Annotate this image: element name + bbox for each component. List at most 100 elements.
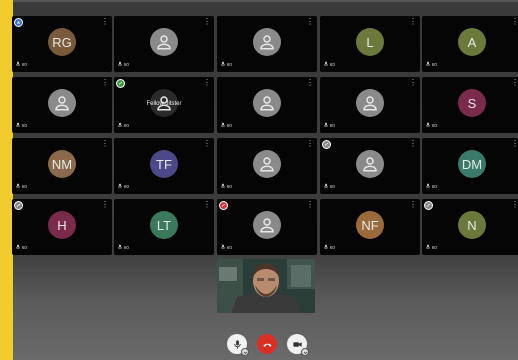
more-options-icon[interactable]: ⋮ [511,79,518,87]
more-options-icon[interactable]: ⋮ [306,140,314,148]
mic-status: ко [220,244,232,252]
participant-tile[interactable]: H ⋮ ко [12,199,112,255]
mic-status: ко [15,183,27,191]
participant-tile[interactable]: ⋮ ко [12,77,112,133]
microphone-icon [220,183,226,191]
more-options-icon[interactable]: ⋮ [306,18,314,26]
participant-tile[interactable]: L ⋮ ко [320,16,420,72]
person-icon [48,89,76,117]
microphone-icon [425,122,431,130]
person-icon [356,89,384,117]
more-options-icon[interactable]: ⋮ [101,140,109,148]
microphone-icon [323,183,329,191]
microphone-icon [117,122,123,130]
microphone-icon [117,61,123,69]
participant-name: Fellow Jitster [146,101,182,107]
mic-status: ко [323,122,335,130]
microphone-icon [15,61,21,69]
participant-tile[interactable]: DM ⋮ ко [422,138,518,194]
status-badge-icon [116,79,125,88]
mic-label: ко [124,245,130,251]
participant-tile[interactable]: ⋮ ко [320,77,420,133]
participant-avatar: LT [150,211,178,239]
mic-label: ко [227,123,233,129]
mic-status: ко [220,61,232,69]
participant-tile[interactable]: LT ⋮ ко [114,199,214,255]
more-options-icon[interactable]: ⋮ [306,79,314,87]
more-options-icon[interactable]: ⋮ [203,79,211,87]
mic-label: ко [22,184,28,190]
mic-status: ко [117,183,129,191]
more-options-icon[interactable]: ⋮ [203,140,211,148]
participant-tile[interactable]: ⋮ ко [217,77,317,133]
more-options-icon[interactable]: ⋮ [511,201,518,209]
mic-label: ко [124,62,130,68]
participant-tile[interactable]: ⋮ ко [217,199,317,255]
more-options-icon[interactable]: ⋮ [203,201,211,209]
mic-label: ко [330,184,336,190]
chevron-down-icon [303,351,307,354]
microphone-icon [425,183,431,191]
camera-options-chevron[interactable] [301,348,309,356]
more-options-icon[interactable]: ⋮ [511,140,518,148]
call-controls [0,334,518,356]
mic-label: ко [22,62,28,68]
more-options-icon[interactable]: ⋮ [409,140,417,148]
participant-tile[interactable]: TF ⋮ ко [114,138,214,194]
more-options-icon[interactable]: ⋮ [409,18,417,26]
microphone-icon [117,183,123,191]
person-icon [356,150,384,178]
microphone-icon [15,183,21,191]
mic-label: ко [124,184,130,190]
mic-status: ко [117,244,129,252]
participant-avatar: N [458,211,486,239]
participant-avatar: A [458,28,486,56]
microphone-icon [15,244,21,252]
mic-label: ко [330,245,336,251]
participant-avatar: DM [458,150,486,178]
more-options-icon[interactable]: ⋮ [101,18,109,26]
mic-label: ко [227,245,233,251]
status-badge-icon [322,140,331,149]
more-options-icon[interactable]: ⋮ [101,79,109,87]
more-options-icon[interactable]: ⋮ [511,18,518,26]
self-view-image [217,259,315,313]
participant-tile[interactable]: ⋮ ко [217,138,317,194]
mic-label: ко [22,245,28,251]
participant-tile[interactable]: ⋮ ко [217,16,317,72]
participant-avatar: L [356,28,384,56]
status-badge-icon [14,18,23,27]
microphone-options-chevron[interactable] [241,348,249,356]
participant-tile[interactable]: RG ⋮ ко [12,16,112,72]
participant-tile[interactable]: A ⋮ ко [422,16,518,72]
more-options-icon[interactable]: ⋮ [409,201,417,209]
mic-label: ко [330,123,336,129]
participant-tile[interactable]: N ⋮ ко [422,199,518,255]
person-icon [253,211,281,239]
camera-button[interactable] [287,334,309,356]
participant-avatar: TF [150,150,178,178]
more-options-icon[interactable]: ⋮ [306,201,314,209]
participant-avatar: RG [48,28,76,56]
microphone-icon [425,244,431,252]
mic-status: ко [117,122,129,130]
microphone-icon [323,61,329,69]
participant-tile[interactable]: S ⋮ ко [422,77,518,133]
microphone-icon [425,61,431,69]
more-options-icon[interactable]: ⋮ [409,79,417,87]
hangup-button[interactable] [257,334,277,354]
participant-tile[interactable]: NM ⋮ ко [12,138,112,194]
mic-status: ко [220,183,232,191]
microphone-button[interactable] [227,334,249,356]
microphone-icon [220,122,226,130]
chevron-down-icon [243,351,247,354]
participant-tile[interactable]: ⋮ ко [114,16,214,72]
participant-tile[interactable]: ⋮ ко [320,138,420,194]
self-view-video[interactable] [217,259,315,313]
more-options-icon[interactable]: ⋮ [203,18,211,26]
more-options-icon[interactable]: ⋮ [101,201,109,209]
top-bar [0,0,518,2]
mic-status: ко [425,61,437,69]
participant-tile[interactable]: Fellow Jitster ⋮ ко [114,77,214,133]
participant-tile[interactable]: NF ⋮ ко [320,199,420,255]
